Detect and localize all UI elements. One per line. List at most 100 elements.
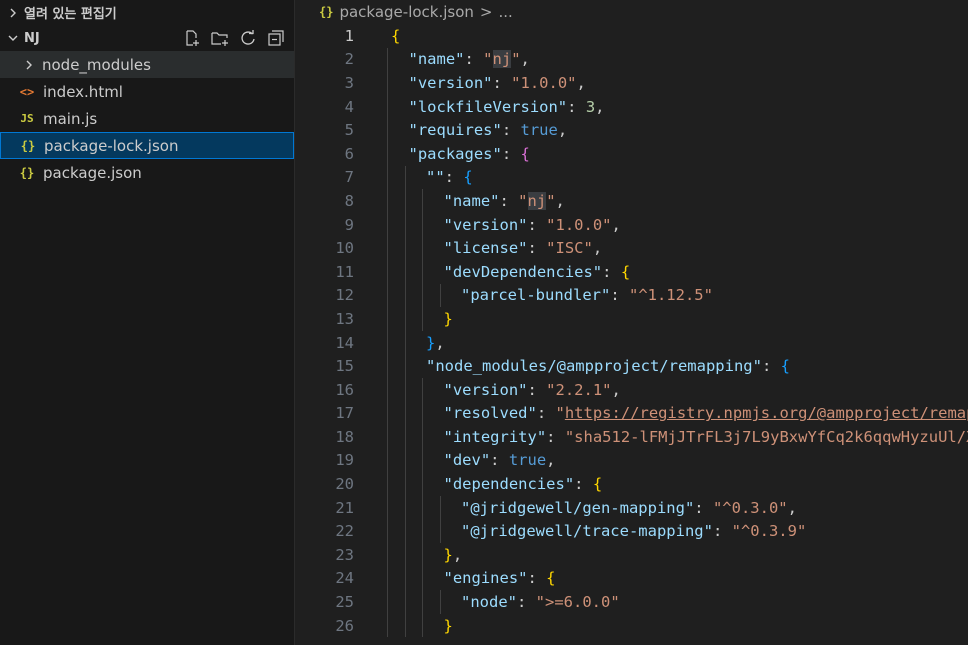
open-editors-label: 열려 있는 편집기: [24, 7, 117, 22]
code-text: "lockfileVersion": 3,: [409, 95, 605, 119]
code-token: :: [490, 451, 509, 470]
chevron-right-icon: [22, 60, 36, 70]
code-token: "parcel-bundler": [461, 286, 611, 305]
code-line[interactable]: 25 "node": ">=6.0.0": [295, 590, 968, 614]
code-line[interactable]: 13}: [295, 307, 968, 331]
code-line[interactable]: 2 "name": " nj ",: [295, 47, 968, 72]
code-text: "engines": {: [444, 567, 556, 591]
indent-guide: [404, 495, 406, 520]
code-line[interactable]: 8 "name": " nj ",: [295, 189, 968, 213]
breadcrumb-file[interactable]: package-lock.json: [339, 3, 473, 21]
code-line[interactable]: 12 "parcel-bundler": "^1.12.5": [295, 283, 968, 308]
refresh-icon[interactable]: [238, 28, 258, 48]
code-token: ": [546, 191, 556, 210]
code-text: "integrity": "sha512-lFMjJTrFL3j7L9yBxwY…: [444, 425, 968, 449]
line-number: 13: [335, 309, 354, 328]
js-file-icon: JS: [20, 112, 34, 125]
indent-guide: [422, 448, 423, 473]
code-line[interactable]: 24 "engines": {: [295, 566, 968, 591]
code-line[interactable]: 17 "resolved": " https://registry.npmjs.or…: [295, 401, 968, 426]
indent-guide: [439, 519, 441, 544]
code-token: "version": [443, 380, 528, 399]
code-text: "license": "ISC",: [444, 236, 603, 260]
code-token: "dev": [443, 451, 491, 470]
indent-guide: [422, 613, 423, 638]
indent-guide: [439, 590, 441, 614]
code-token: ": [511, 50, 521, 69]
code-text: "@jridgewell/gen-mapping": "^0.3.0",: [461, 496, 797, 520]
code-token: "version": [408, 73, 493, 92]
code-line[interactable]: 7 "": {: [295, 165, 968, 190]
collapse-all-icon[interactable]: [266, 28, 286, 48]
code-line[interactable]: 18 "integrity": "sha512-lFMjJTrFL3j7L9yBx…: [295, 425, 968, 449]
indent-guide: [439, 283, 441, 308]
code-line[interactable]: 20 "dependencies": {: [295, 472, 968, 496]
tree-item-node-modules[interactable]: node_modules: [0, 51, 294, 78]
code-token: "version": [443, 215, 528, 234]
indent-guide: [422, 401, 423, 426]
code-editor[interactable]: {} package-lock.json > ... 1{2 "name": " n…: [295, 0, 968, 645]
code-line[interactable]: 10 "license": "ISC",: [295, 236, 968, 260]
code-line[interactable]: 19 "dev": true,: [295, 448, 968, 473]
code-token: }: [443, 616, 453, 635]
line-number: 23: [335, 545, 354, 564]
code-line[interactable]: 15 "node_modules/@ampproject/remapping": …: [295, 354, 968, 378]
code-token: "dependencies": [443, 475, 575, 494]
code-line[interactable]: 21 "@jridgewell/gen-mapping": "^0.3.0",: [295, 495, 968, 520]
code-token: "node": [461, 593, 517, 612]
code-token: "resolved": [443, 404, 537, 423]
code-token: https://registry.npmjs.org/@ampproject/r…: [564, 404, 968, 423]
code-token: :: [527, 215, 547, 234]
open-editors-section[interactable]: 열려 있는 편집기: [0, 0, 294, 25]
code-token: {: [620, 262, 631, 281]
indent-guide: [404, 613, 406, 638]
code-line[interactable]: 14},: [295, 330, 968, 355]
code-token: ,: [555, 191, 565, 210]
tree-item-label: main.js: [43, 109, 98, 128]
indent-guide: [422, 259, 423, 284]
line-number: 12: [335, 286, 354, 305]
code-lines[interactable]: 1{2 "name": " nj ", 3 "version": "1.0.0", 4 "lo…: [295, 24, 968, 638]
code-line[interactable]: 4 "lockfileVersion": 3,: [295, 94, 968, 119]
indent-guide: [422, 472, 423, 496]
code-token: ": [555, 404, 565, 423]
new-file-icon[interactable]: [182, 28, 202, 48]
indent-guide: [439, 495, 441, 520]
tree-item-index-html[interactable]: <> index.html: [0, 78, 294, 105]
code-line[interactable]: 9 "version": "1.0.0",: [295, 212, 968, 237]
indent-guide: [422, 236, 423, 260]
indent-guide: [404, 401, 406, 426]
code-line[interactable]: 23},: [295, 543, 968, 567]
folder-header-nj[interactable]: NJ: [0, 25, 294, 51]
code-text: "packages": {: [409, 142, 530, 166]
tree-item-label: package.json: [43, 163, 142, 182]
code-token: "integrity": [443, 427, 547, 446]
code-line[interactable]: 3 "version": "1.0.0",: [295, 71, 968, 95]
code-text: "node": ">=6.0.0": [461, 590, 620, 614]
code-token: ,: [611, 380, 621, 399]
indent-guide: [404, 566, 406, 591]
new-folder-icon[interactable]: [210, 28, 230, 48]
code-token: {: [520, 144, 530, 163]
code-token: "license": [443, 239, 528, 258]
tree-item-main-js[interactable]: JS main.js: [0, 105, 294, 132]
indent-guide: [404, 165, 406, 190]
code-token: "sha512-lFMjJTrFL3j7L9yBxwYfCq2k6qqwHyzu…: [564, 427, 968, 446]
tree-item-package-json[interactable]: {} package.json: [0, 159, 294, 186]
code-text: "": {: [426, 166, 473, 190]
code-line[interactable]: 26}: [295, 613, 968, 638]
indent-guide: [422, 377, 423, 402]
code-token: "@jridgewell/trace-mapping": [461, 522, 713, 541]
code-line[interactable]: 1{: [295, 24, 968, 48]
code-line[interactable]: 5 "requires": true,: [295, 118, 968, 142]
code-line[interactable]: 22 "@jridgewell/trace-mapping": "^0.3.9": [295, 519, 968, 544]
line-number: 14: [335, 333, 354, 352]
code-line[interactable]: 6 "packages": {: [295, 141, 968, 166]
chevron-right-icon: [6, 8, 20, 18]
code-line[interactable]: 11 "devDependencies": {: [295, 259, 968, 284]
code-token: :: [499, 191, 519, 210]
code-line[interactable]: 16 "version": "2.2.1",: [295, 377, 968, 402]
tree-item-package-lock-json[interactable]: {} package-lock.json: [0, 132, 294, 159]
indent-guide: [422, 307, 423, 331]
breadcrumb-rest[interactable]: ...: [498, 3, 512, 21]
